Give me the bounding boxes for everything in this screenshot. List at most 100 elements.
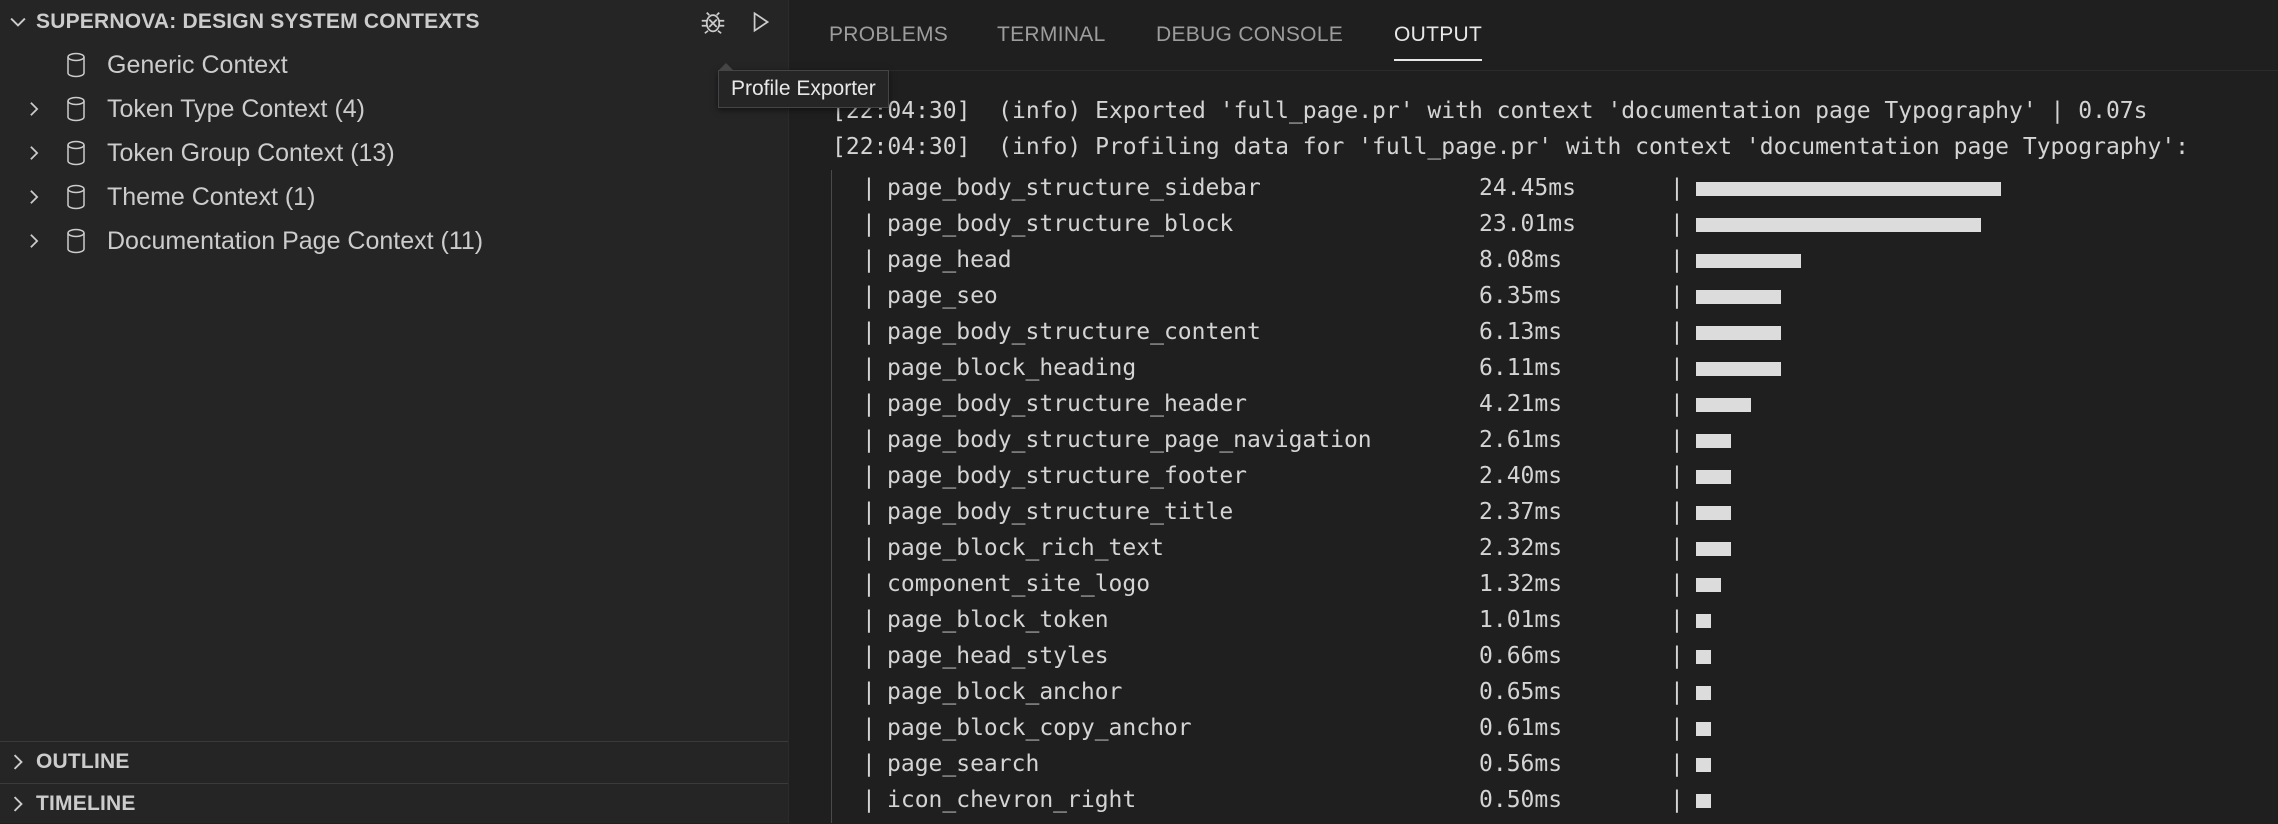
profile-time: 0.56ms [1479, 751, 1563, 777]
profile-row: | page_block_anchor 0.65ms | [0, 674, 1711, 710]
database-icon [66, 140, 88, 166]
row-separator: | [1670, 643, 1684, 669]
database-icon [66, 52, 88, 78]
row-separator: | [1670, 751, 1684, 777]
profile-bar [1696, 434, 1731, 448]
tab-debug-console[interactable]: DEBUG CONSOLE [1156, 0, 1343, 70]
panel-tabs: PROBLEMS TERMINAL DEBUG CONSOLE OUTPUT [789, 0, 2278, 71]
row-separator: | [862, 211, 876, 237]
profile-row: | page_search 0.56ms | [0, 746, 1711, 782]
row-separator: | [862, 643, 876, 669]
profile-name: page_block_heading [887, 355, 1137, 381]
row-separator: | [862, 427, 876, 453]
profile-time: 1.32ms [1479, 571, 1563, 597]
row-separator: | [1670, 463, 1684, 489]
tab-terminal[interactable]: TERMINAL [997, 0, 1106, 70]
profile-bar [1696, 794, 1711, 808]
profile-bar [1696, 362, 1781, 376]
row-separator: | [862, 679, 876, 705]
profile-bar [1696, 326, 1781, 340]
profile-bar [1696, 470, 1731, 484]
profile-bar [1696, 722, 1711, 736]
profile-name: page_block_rich_text [887, 535, 1164, 561]
row-separator: | [1670, 355, 1684, 381]
play-icon[interactable] [740, 2, 780, 42]
row-separator: | [1670, 499, 1684, 525]
row-separator: | [1670, 283, 1684, 309]
row-separator: | [862, 751, 876, 777]
tooltip: Profile Exporter [718, 63, 889, 108]
row-separator: | [1670, 535, 1684, 561]
profile-name: component_site_logo [887, 571, 1151, 597]
profile-bar [1696, 398, 1751, 412]
bug-icon[interactable] [693, 2, 733, 42]
database-icon [66, 96, 88, 122]
profile-time: 2.61ms [1479, 427, 1563, 453]
row-separator: | [862, 175, 876, 201]
profile-bar [1696, 182, 2001, 196]
profile-name: page_search [887, 751, 1040, 777]
chevron-down-icon [0, 11, 36, 33]
chevron-right-icon[interactable] [24, 142, 46, 164]
context-item-label: Token Type Context (4) [107, 94, 366, 123]
context-item[interactable]: Token Type Context (4) [0, 88, 680, 130]
row-separator: | [862, 463, 876, 489]
profile-bar [1696, 686, 1711, 700]
row-separator: | [862, 355, 876, 381]
row-separator: | [862, 535, 876, 561]
profile-row: | page_block_copy_anchor 0.61ms | [0, 710, 1711, 746]
profile-name: page_body_structure_content [887, 319, 1261, 345]
row-separator: | [1670, 679, 1684, 705]
profile-name: page_block_anchor [887, 679, 1123, 705]
row-separator: | [1670, 571, 1684, 597]
profile-row: | page_body_structure_footer 2.40ms | [0, 458, 1731, 494]
row-separator: | [862, 787, 876, 813]
row-separator: | [1670, 787, 1684, 813]
row-separator: | [1670, 319, 1684, 345]
section-header-contexts[interactable]: SUPERNOVA: DESIGN SYSTEM CONTEXTS [0, 2, 788, 42]
profile-time: 23.01ms [1479, 211, 1576, 237]
profile-time: 1.01ms [1479, 607, 1563, 633]
profile-time: 0.66ms [1479, 643, 1563, 669]
profile-bar [1696, 254, 1801, 268]
context-item[interactable]: Token Group Context (13) [0, 132, 680, 174]
profile-name: page_body_structure_page_navigation [887, 427, 1372, 453]
row-separator: | [862, 319, 876, 345]
profile-row: | page_body_structure_sidebar 24.45ms | [0, 170, 2001, 206]
row-separator: | [862, 283, 876, 309]
profile-bar [1696, 290, 1781, 304]
profile-bar [1696, 650, 1711, 664]
profile-name: page_body_structure_title [887, 499, 1234, 525]
profile-row: | page_seo 6.35ms | [0, 278, 1781, 314]
profile-bar [1696, 542, 1731, 556]
profile-name: page_body_structure_footer [887, 463, 1248, 489]
profile-bar [1696, 614, 1711, 628]
profile-time: 24.45ms [1479, 175, 1576, 201]
row-separator: | [1670, 391, 1684, 417]
profile-name: icon_chevron_right [887, 787, 1137, 813]
profile-name: page_body_structure_sidebar [887, 175, 1261, 201]
profile-name: page_head_styles [887, 643, 1109, 669]
tab-problems[interactable]: PROBLEMS [829, 0, 948, 70]
log-line: [22:04:30] (info) Profiling data for 'fu… [832, 134, 2190, 160]
profile-bar [1696, 758, 1711, 772]
profile-name: page_body_structure_header [887, 391, 1248, 417]
profile-row: | page_head 8.08ms | [0, 242, 1801, 278]
profile-row: | page_block_heading 6.11ms | [0, 350, 1781, 386]
profile-time: 2.37ms [1479, 499, 1563, 525]
tab-output[interactable]: OUTPUT [1394, 0, 1483, 70]
chevron-right-icon[interactable] [24, 98, 46, 120]
profile-row: | page_head_styles 0.66ms | [0, 638, 1711, 674]
profile-time: 8.08ms [1479, 247, 1563, 273]
profile-bar [1696, 578, 1721, 592]
profile-time: 2.40ms [1479, 463, 1563, 489]
profile-time: 2.32ms [1479, 535, 1563, 561]
context-item[interactable]: Generic Context [0, 44, 680, 86]
profile-row: | page_body_structure_block 23.01ms | [0, 206, 1981, 242]
profile-row: | page_block_rich_text 2.32ms | [0, 530, 1731, 566]
section-title: SUPERNOVA: DESIGN SYSTEM CONTEXTS [36, 10, 480, 33]
profile-row: | page_block_token 1.01ms | [0, 602, 1711, 638]
row-separator: | [862, 499, 876, 525]
log-line: [22:04:30] (info) Exported 'full_page.pr… [832, 98, 2148, 124]
profile-time: 0.65ms [1479, 679, 1563, 705]
